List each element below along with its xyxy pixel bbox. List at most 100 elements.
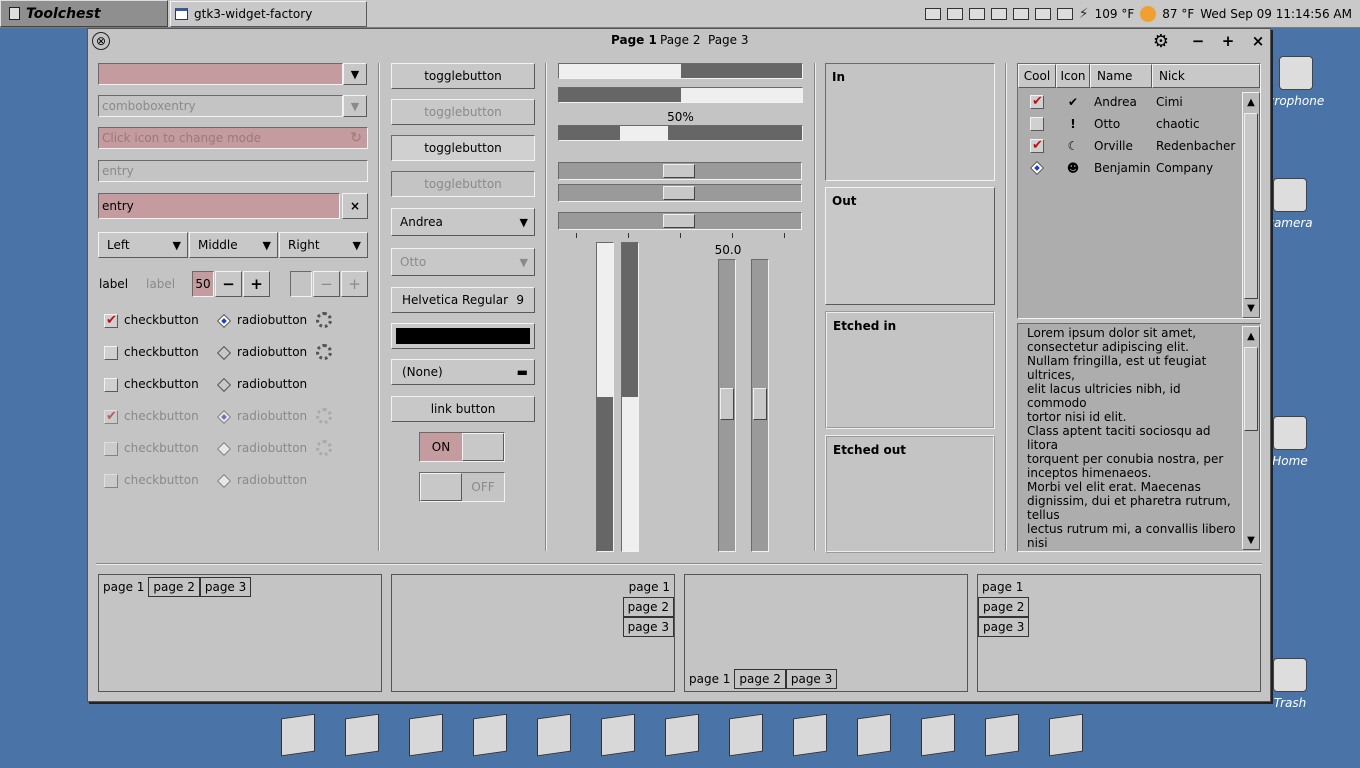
pdf-icon[interactable] (789, 712, 831, 760)
spin-plus-button[interactable]: + (243, 271, 270, 297)
notebook-tab[interactable]: page 2 (622, 597, 674, 617)
radio[interactable] (216, 345, 232, 361)
monitor-icon[interactable] (946, 8, 963, 20)
link-button[interactable]: link button (391, 396, 535, 422)
scroll-down-icon[interactable]: ▼ (1243, 299, 1259, 317)
dropdown-left[interactable]: Left ▼ (98, 232, 188, 258)
folder-icon[interactable] (277, 712, 319, 760)
phone-icon[interactable] (597, 712, 639, 760)
settings-gear-icon[interactable]: ⚙ (1150, 31, 1172, 52)
notebook-tab[interactable]: page 2 (978, 597, 1030, 617)
column-header-name[interactable]: Name (1090, 64, 1152, 88)
clipboard-icon[interactable] (968, 8, 985, 20)
tree-checkbox[interactable] (1030, 94, 1044, 109)
archive-icon[interactable] (469, 712, 511, 760)
notebook-tab[interactable]: page 3 (785, 669, 838, 689)
spin-value[interactable]: 50 (192, 271, 214, 297)
minimize-button[interactable]: − (1187, 31, 1209, 51)
notebook-tab[interactable]: page 2 (734, 669, 786, 689)
notebook-tab[interactable]: page 1 (978, 577, 1027, 597)
close-button[interactable]: × (1247, 31, 1269, 51)
togglebutton-3[interactable]: togglebutton (391, 135, 535, 161)
text-view-content[interactable]: Lorem ipsum dolor sit amet, consectetur … (1027, 326, 1243, 551)
hscale-1[interactable] (558, 162, 802, 180)
radiobutton-label[interactable]: radiobutton (237, 345, 307, 359)
checkbutton-label[interactable]: checkbutton (124, 345, 199, 359)
computer-icon[interactable] (1045, 712, 1087, 760)
notebook-tab[interactable]: page 3 (622, 617, 674, 637)
radiobutton-label[interactable]: radiobutton (237, 313, 307, 327)
maximize-button[interactable]: + (1217, 31, 1239, 51)
mail-icon[interactable] (924, 8, 941, 20)
scroll-up-icon[interactable]: ▲ (1243, 327, 1259, 345)
notebook-tab[interactable]: page 3 (199, 577, 252, 597)
spin-minus-button[interactable]: − (215, 271, 242, 297)
paint-icon[interactable] (725, 712, 767, 760)
entry-placeholder-field[interactable]: entry (98, 160, 368, 182)
dropdown-middle[interactable]: Middle ▼ (189, 232, 278, 258)
power-icon[interactable]: ⚡ (1079, 6, 1089, 22)
checkbutton-label[interactable]: checkbutton (124, 377, 199, 391)
text-scrollbar[interactable]: ▲ ▼ (1242, 326, 1260, 550)
editor-icon[interactable] (405, 712, 447, 760)
dropdown-right[interactable]: Right ▼ (279, 232, 368, 258)
combo-entry-pink[interactable] (98, 63, 343, 85)
refresh-icon[interactable]: ↻ (350, 130, 362, 146)
document-icon[interactable] (981, 712, 1023, 760)
tree-checkbox[interactable] (1030, 138, 1044, 153)
scale-slider[interactable] (663, 186, 695, 200)
tree-checkbox[interactable] (1030, 117, 1044, 131)
scale-slider[interactable] (753, 388, 767, 420)
checkbox[interactable] (104, 313, 118, 328)
pyramid-icon[interactable] (917, 712, 959, 760)
clock[interactable]: Wed Sep 09 11:14:56 AM (1200, 7, 1352, 21)
scale-slider[interactable] (663, 214, 695, 228)
tv-icon[interactable] (853, 712, 895, 760)
tree-row[interactable]: ! Otto chaotic (1018, 113, 1240, 135)
hscale-3[interactable] (558, 212, 802, 230)
tree-row[interactable]: ☾ Orville Redenbacher (1018, 135, 1240, 157)
entry-clear-icon[interactable]: × (342, 193, 368, 219)
radio[interactable] (216, 313, 232, 329)
script-icon[interactable] (341, 712, 383, 760)
entry-field[interactable]: entry (98, 193, 340, 219)
tree-row[interactable]: ✔ Andrea Cimi (1018, 91, 1240, 113)
scale-slider[interactable] (663, 164, 695, 178)
icon-mode-entry[interactable]: Click icon to change mode ↻ (98, 127, 368, 149)
font-button[interactable]: Helvetica Regular 9 (391, 287, 535, 313)
vscale-1[interactable] (718, 259, 736, 552)
tab-page-2[interactable]: Page 2 (660, 33, 701, 47)
column-header-icon[interactable]: Icon (1056, 64, 1090, 88)
column-header-nick[interactable]: Nick (1152, 64, 1260, 88)
radio[interactable] (216, 377, 232, 393)
settings-tray-icon[interactable] (990, 8, 1007, 20)
togglebutton-1[interactable]: togglebutton (391, 63, 535, 89)
scroll-up-icon[interactable]: ▲ (1243, 93, 1259, 111)
switch-on[interactable]: ON (419, 432, 505, 462)
scroll-thumb[interactable] (1244, 113, 1258, 299)
hscale-2[interactable] (558, 184, 802, 202)
vscale-2[interactable] (751, 259, 769, 552)
tree-radio[interactable] (1029, 160, 1045, 176)
wifi-icon[interactable] (1012, 8, 1029, 20)
notebook-tab[interactable]: page 1 (685, 669, 734, 689)
taskbar-window-button[interactable]: gtk3-widget-factory (170, 1, 367, 27)
grid-icon[interactable] (533, 712, 575, 760)
tree-row[interactable]: ☻ Benjamin Company (1018, 157, 1240, 179)
scale-slider[interactable] (720, 388, 734, 420)
color-button[interactable] (391, 323, 535, 349)
toolchest-button[interactable]: Toolchest (0, 0, 168, 27)
combo-andrea[interactable]: Andrea ▼ (391, 208, 535, 236)
checkbutton-label[interactable]: checkbutton (124, 313, 199, 327)
volume-icon[interactable] (1056, 8, 1073, 20)
checkbox[interactable] (104, 378, 118, 392)
notebook-tab[interactable]: page 2 (148, 577, 200, 597)
firefox-icon[interactable] (661, 712, 703, 760)
screen-icon[interactable] (1034, 8, 1051, 20)
scroll-thumb[interactable] (1244, 347, 1258, 431)
text-view[interactable]: Lorem ipsum dolor sit amet, consectetur … (1017, 323, 1261, 552)
file-chooser-button[interactable]: (None) ▬ (391, 359, 535, 385)
radiobutton-label[interactable]: radiobutton (237, 377, 307, 391)
checkbox[interactable] (104, 346, 118, 360)
tree-view[interactable]: Cool Icon Name Nick ✔ Andrea Cimi! Otto chao… (1017, 63, 1261, 319)
